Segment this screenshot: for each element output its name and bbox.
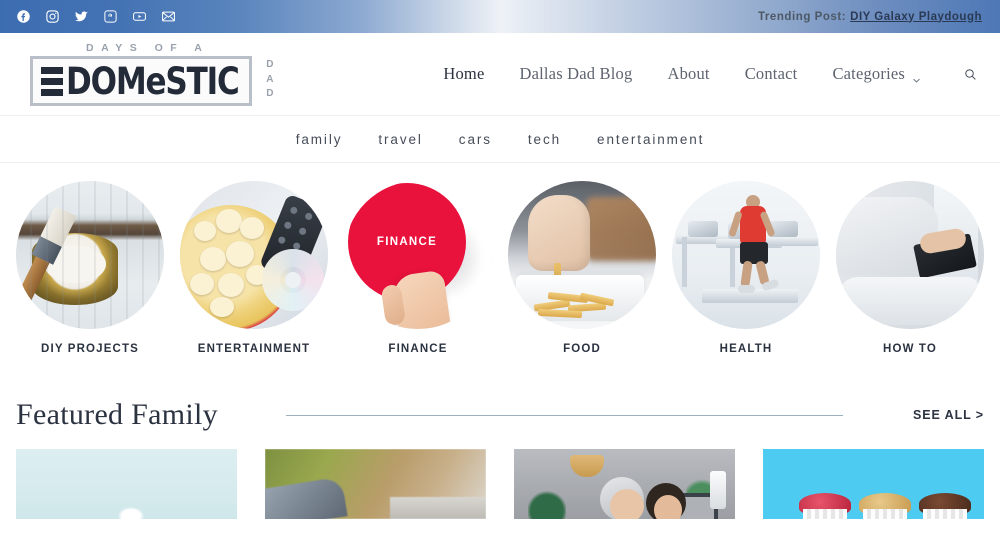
category-image [836, 181, 984, 329]
category-diy-projects[interactable]: DIY PROJECTS [16, 181, 164, 359]
category-circles: DIY PROJECTS ENTERTAINMENT FINANCE FINAN… [0, 163, 1000, 359]
nav-categories-label: Categories [832, 64, 905, 83]
category-health[interactable]: HEALTH [672, 181, 820, 359]
featured-card[interactable] [514, 449, 735, 519]
trending-post-link[interactable]: DIY Galaxy Playdough [850, 11, 982, 23]
subnav-item-tech[interactable]: tech [528, 132, 561, 147]
featured-card[interactable] [16, 449, 237, 519]
see-all-link[interactable]: SEE ALL > [913, 408, 984, 422]
subnav-item-entertainment[interactable]: entertainment [597, 132, 704, 147]
email-icon[interactable] [161, 9, 176, 24]
social-links [16, 9, 176, 24]
instagram-icon[interactable] [45, 9, 60, 24]
fries-image [508, 181, 656, 329]
laptop-lap-image [836, 181, 984, 329]
category-food[interactable]: FOOD [508, 181, 656, 359]
nav-item-home[interactable]: Home [443, 64, 484, 84]
category-image [180, 181, 328, 329]
featured-card-grid [0, 449, 1000, 519]
subnav-item-cars[interactable]: cars [459, 132, 492, 147]
nav-item-dallas-dad-blog[interactable]: Dallas Dad Blog [519, 64, 632, 84]
nav-item-contact[interactable]: Contact [745, 64, 798, 84]
trending-post: Trending Post: DIY Galaxy Playdough [758, 11, 982, 23]
site-logo[interactable]: DAYS OF A DOMeSTIC D A D [30, 42, 276, 106]
featured-card[interactable] [763, 449, 984, 519]
category-label: FINANCE [388, 343, 448, 355]
divider [285, 414, 844, 416]
logo-wordmark: DOMeSTIC [36, 59, 248, 103]
category-image: FINANCE [344, 181, 492, 329]
pinterest-icon[interactable] [103, 9, 118, 24]
logo-tagline: DAYS OF A [86, 42, 210, 54]
category-label: ENTERTAINMENT [197, 343, 311, 355]
category-label: DIY PROJECTS [41, 343, 139, 355]
facebook-icon[interactable] [16, 9, 31, 24]
category-how-to[interactable]: HOW TO [836, 181, 984, 359]
logo-suffix-letter: D [266, 59, 274, 70]
finance-badge-label: FINANCE [376, 236, 438, 248]
youtube-icon[interactable] [132, 9, 147, 24]
category-label: HEALTH [719, 343, 773, 355]
site-header: DAYS OF A DOMeSTIC D A D Home Dallas Dad… [0, 33, 1000, 116]
category-finance[interactable]: FINANCE FINANCE [344, 181, 492, 359]
trending-label: Trending Post: [757, 10, 847, 23]
primary-navigation: Home Dallas Dad Blog About Contact Categ… [276, 64, 984, 84]
category-image [508, 181, 656, 329]
category-label: FOOD [563, 343, 601, 355]
treadmill-runner-image [672, 181, 820, 329]
secondary-navigation: family travel cars tech entertainment [0, 116, 1000, 163]
top-utility-bar: Trending Post: DIY Galaxy Playdough [0, 0, 1000, 33]
nav-item-about[interactable]: About [667, 64, 709, 84]
card-thumbnail [514, 449, 735, 519]
popcorn-image [180, 181, 328, 329]
category-entertainment[interactable]: ENTERTAINMENT [180, 181, 328, 359]
featured-section-header: Featured Family SEE ALL > [0, 381, 1000, 449]
logo-name: DOMeSTIC [66, 58, 240, 104]
finance-disc-image: FINANCE [344, 181, 492, 329]
featured-card[interactable] [265, 449, 486, 519]
category-image [672, 181, 820, 329]
card-thumbnail [265, 449, 486, 519]
twitter-icon[interactable] [74, 9, 89, 24]
logo-bars-icon [41, 66, 63, 96]
subnav-item-family[interactable]: family [296, 132, 343, 147]
nav-item-categories[interactable]: Categories [832, 64, 921, 84]
category-image [16, 181, 164, 329]
chevron-down-icon [912, 70, 921, 83]
search-icon[interactable] [960, 64, 980, 84]
card-thumbnail [16, 449, 237, 519]
card-thumbnail [763, 449, 984, 519]
featured-title: Featured Family [16, 398, 218, 431]
category-label: HOW TO [883, 343, 937, 355]
logo-suffix: D A D [266, 58, 274, 102]
logo-suffix-letter: D [266, 88, 274, 99]
logo-suffix-letter: A [266, 73, 274, 85]
subnav-item-travel[interactable]: travel [378, 132, 422, 147]
paint-can-image [16, 181, 164, 329]
